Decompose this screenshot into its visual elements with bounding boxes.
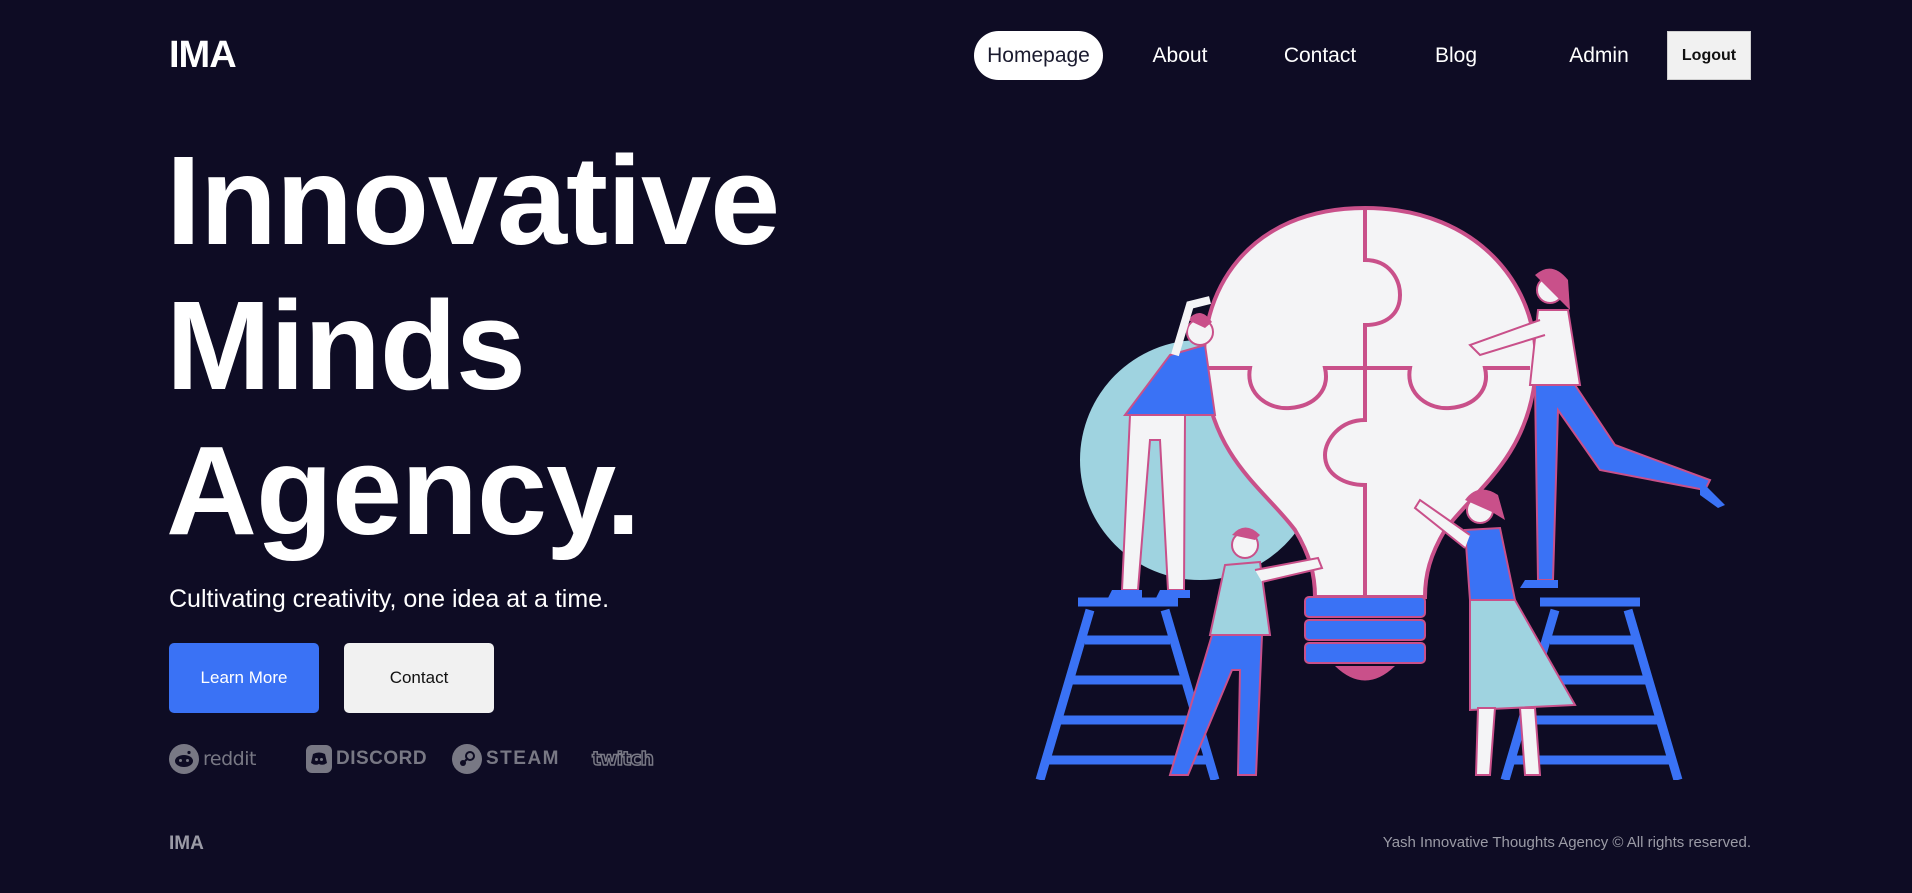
- footer-logo[interactable]: IMA: [169, 833, 204, 855]
- hero-subtitle: Cultivating creativity, one idea at a ti…: [169, 585, 610, 613]
- partner-steam-label: STEAM: [486, 748, 560, 769]
- discord-icon: [306, 745, 332, 773]
- site-logo[interactable]: IMA: [169, 34, 237, 77]
- partner-reddit-label: reddit: [203, 748, 256, 770]
- nav-blog[interactable]: Blog: [1426, 31, 1486, 80]
- contact-button[interactable]: Contact: [344, 643, 494, 713]
- footer-copyright: Yash Innovative Thoughts Agency © All ri…: [1382, 834, 1751, 851]
- nav-about[interactable]: About: [1140, 31, 1220, 80]
- nav-admin[interactable]: Admin: [1559, 31, 1639, 80]
- partner-discord: DISCORD: [306, 742, 427, 776]
- reddit-icon: [169, 744, 199, 774]
- nav-homepage[interactable]: Homepage: [974, 31, 1103, 80]
- nav-contact[interactable]: Contact: [1275, 31, 1365, 80]
- hero-title-line-3: Agency.: [166, 420, 641, 561]
- partner-reddit: reddit: [169, 742, 256, 776]
- partner-steam: STEAM: [452, 742, 560, 776]
- hero-title-line-1: Innovative: [166, 130, 780, 271]
- partner-twitch: twitch: [591, 742, 655, 776]
- learn-more-button[interactable]: Learn More: [169, 643, 319, 713]
- steam-icon: [452, 744, 482, 774]
- twitch-icon: twitch: [591, 747, 655, 771]
- logout-button[interactable]: Logout: [1667, 31, 1751, 80]
- hero-title: Innovative Minds Agency.: [166, 128, 780, 563]
- hero-illustration: [1000, 110, 1760, 782]
- hero-title-line-2: Minds: [166, 275, 526, 416]
- partner-discord-label: DISCORD: [336, 748, 428, 769]
